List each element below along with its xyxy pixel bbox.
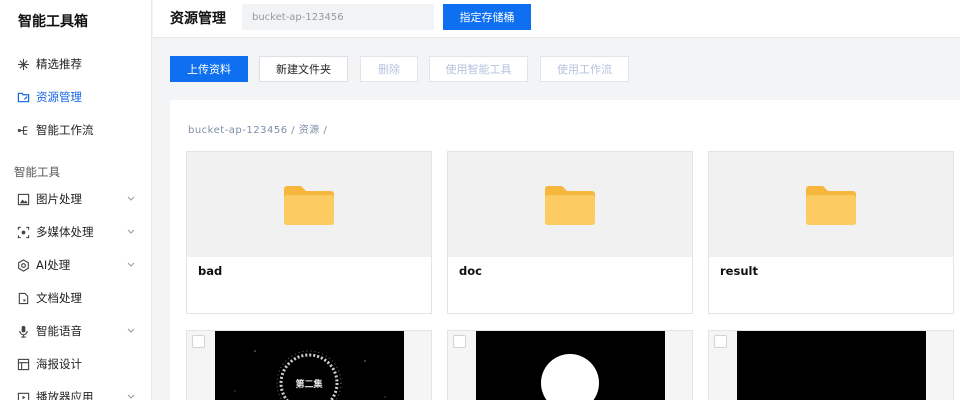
sidebar-item-label: 精选推荐 [36,57,82,71]
sidebar-item-label: 智能语音 [36,324,82,338]
sidebar-item-player[interactable]: 播放器应用 [0,385,152,400]
media-card[interactable] [708,330,954,400]
folder-icon [806,186,856,225]
folder-card-doc[interactable]: doc [447,151,693,314]
sidebar-item-featured[interactable]: 精选推荐 [0,52,152,76]
folder-name: bad [198,264,223,278]
folder-thumbnail [187,152,431,257]
workflow-icon [16,123,30,137]
sidebar-item-document[interactable]: 文档处理 [0,286,152,310]
ring-thumbnail-graphic: 第二集 [234,350,386,400]
sidebar-item-image[interactable]: 图片处理 [0,187,152,211]
file-panel: bucket-ap-123456 / 资源 / bad doc result 第… [170,100,960,400]
chevron-down-icon [127,394,135,399]
chevron-down-icon [127,229,135,234]
sidebar-item-media[interactable]: 多媒体处理 [0,220,152,244]
chevron-down-icon [127,262,135,267]
thumbnail-text: 第二集 [295,378,323,390]
folder-link-icon [16,90,30,104]
page-title: 资源管理 [170,11,226,27]
breadcrumb[interactable]: bucket-ap-123456 / 资源 / [188,121,327,136]
sidebar-item-voice[interactable]: 智能语音 [0,319,152,343]
app-title: 智能工具箱 [18,14,88,30]
section-label-tools: 智能工具 [14,165,60,179]
sidebar-item-resources[interactable]: 资源管理 [0,85,152,109]
select-bucket-button[interactable]: 指定存储桶 [443,4,531,30]
use-tool-button[interactable]: 使用智能工具 [429,56,528,82]
bucket-input[interactable] [242,4,434,30]
select-checkbox[interactable] [453,335,466,348]
ai-hexagon-icon [16,258,30,272]
media-card[interactable]: 第二集 [186,330,432,400]
circle-thumbnail-graphic [541,354,599,400]
poster-icon [16,357,30,371]
sidebar-item-label: 文档处理 [36,291,82,305]
sidebar-item-label: 海报设计 [36,357,82,371]
sidebar-item-label: 播放器应用 [36,390,94,400]
video-thumbnail: 第二集 [215,331,404,400]
sidebar-item-label: 智能工作流 [36,123,94,137]
sidebar-item-poster[interactable]: 海报设计 [0,352,152,376]
chevron-down-icon [127,328,135,333]
chevron-down-icon [127,196,135,201]
folder-thumbnail [448,152,692,257]
microphone-icon [16,324,30,338]
sidebar-item-label: 资源管理 [36,90,82,104]
media-icon [16,225,30,239]
player-icon [16,390,30,400]
sidebar-item-label: AI处理 [36,258,71,272]
sidebar-item-label: 多媒体处理 [36,225,94,239]
folder-icon [284,186,334,225]
media-card[interactable] [447,330,693,400]
sparkle-icon [16,57,30,71]
video-thumbnail [737,331,926,400]
sidebar-item-ai[interactable]: AI处理 [0,253,152,277]
video-thumbnail [476,331,665,400]
folder-card-bad[interactable]: bad [186,151,432,314]
sidebar: 智能工具箱 精选推荐 资源管理 智能工作流 智能工具 图片处理 多媒体处理 AI… [0,0,152,400]
delete-button[interactable]: 删除 [360,56,418,82]
folder-name: result [720,264,758,278]
sidebar-item-label: 图片处理 [36,192,82,206]
folder-icon [545,186,595,225]
sidebar-item-workflow[interactable]: 智能工作流 [0,118,152,142]
image-icon [16,192,30,206]
use-workflow-button[interactable]: 使用工作流 [540,56,629,82]
upload-button[interactable]: 上传资料 [170,56,248,82]
select-checkbox[interactable] [192,335,205,348]
new-folder-button[interactable]: 新建文件夹 [259,56,348,82]
select-checkbox[interactable] [714,335,727,348]
folder-name: doc [459,264,482,278]
document-icon [16,291,30,305]
folder-card-result[interactable]: result [708,151,954,314]
header: 资源管理 指定存储桶 [153,0,960,38]
folder-thumbnail [709,152,953,257]
